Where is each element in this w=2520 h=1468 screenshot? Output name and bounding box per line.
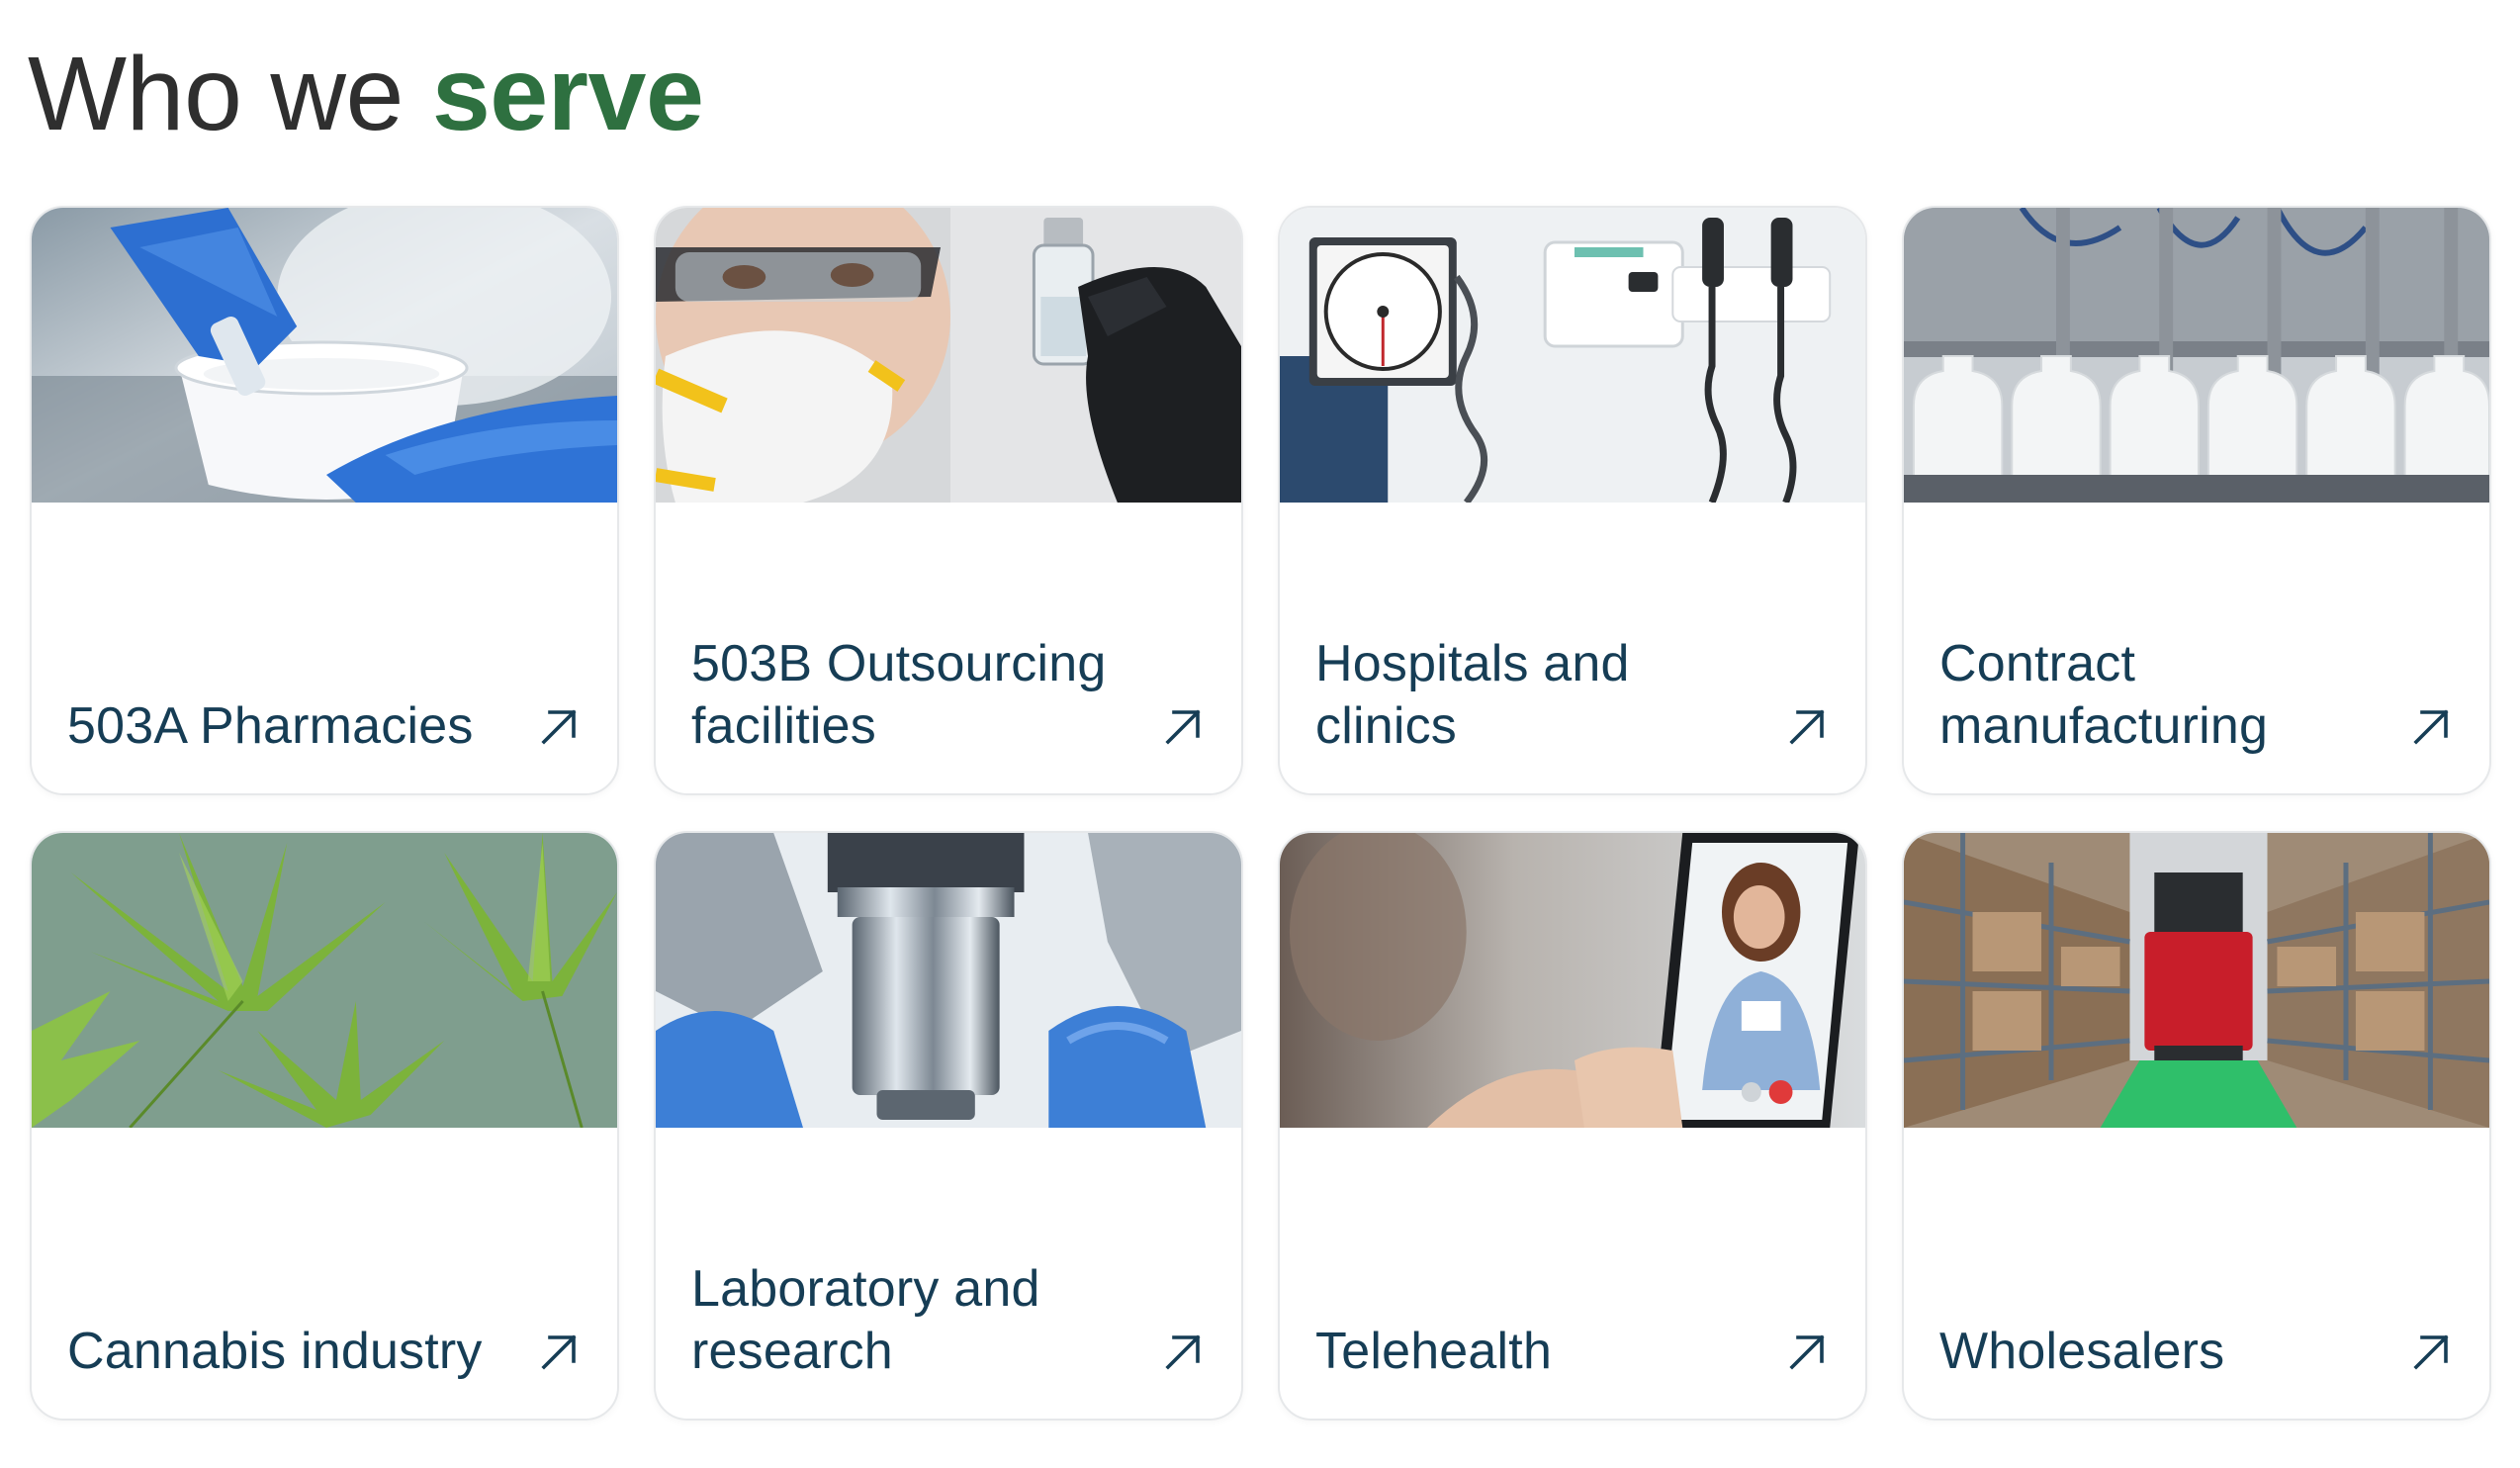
card-label: Cannabis industry [67, 1323, 483, 1380]
card-laboratory-and-research[interactable]: Laboratory and research [654, 831, 1243, 1421]
arrow-up-right-icon [536, 702, 584, 750]
card-cannabis-industry[interactable]: Cannabis industry [30, 831, 619, 1421]
arrow-up-right-icon [1160, 1328, 1208, 1375]
cannabis-leaves-photo [32, 833, 617, 1128]
card-hospitals-and-clinics[interactable]: Hospitals and clinics [1278, 206, 1867, 795]
video-call-doctor-photo [1280, 833, 1865, 1128]
card-telehealth[interactable]: Telehealth [1278, 831, 1867, 1421]
arrow-up-right-icon [1160, 702, 1208, 750]
card-contract-manufacturing[interactable]: Contract manufacturing [1902, 206, 2491, 795]
wall-medical-equipment-photo [1280, 208, 1865, 503]
card-wholesalers[interactable]: Wholesalers [1902, 831, 2491, 1421]
card-label: 503B Outsourcing facilities [691, 635, 1107, 755]
audience-card-grid: 503A Pharmacies 503B Outsourcing facilit… [30, 206, 2492, 1421]
card-503a-pharmacies[interactable]: 503A Pharmacies [30, 206, 619, 795]
page: Who we serve 503A Pharmacies 503B Outsou… [0, 0, 2520, 1468]
card-503b-outsourcing-facilities[interactable]: 503B Outsourcing facilities [654, 206, 1243, 795]
microscope-photo [656, 833, 1241, 1128]
pharmacy-compounding-photo [32, 208, 617, 503]
page-title-accent: serve [431, 36, 704, 152]
arrow-up-right-icon [536, 1328, 584, 1375]
arrow-up-right-icon [1784, 1328, 1832, 1375]
page-title-plain: Who we [28, 36, 432, 152]
card-label: Contract manufacturing [1939, 635, 2269, 755]
card-label: Hospitals and clinics [1315, 635, 1630, 755]
lab-worker-vial-photo [656, 208, 1241, 503]
bottle-filling-line-photo [1904, 208, 2489, 503]
card-label: 503A Pharmacies [67, 697, 474, 755]
card-label: Telehealth [1315, 1323, 1553, 1380]
arrow-up-right-icon [1784, 702, 1832, 750]
card-label: Laboratory and research [691, 1260, 1040, 1380]
card-label: Wholesalers [1939, 1323, 2225, 1380]
arrow-up-right-icon [2408, 1328, 2456, 1375]
page-title: Who we serve [28, 30, 704, 158]
arrow-up-right-icon [2408, 702, 2456, 750]
warehouse-aisle-photo [1904, 833, 2489, 1128]
